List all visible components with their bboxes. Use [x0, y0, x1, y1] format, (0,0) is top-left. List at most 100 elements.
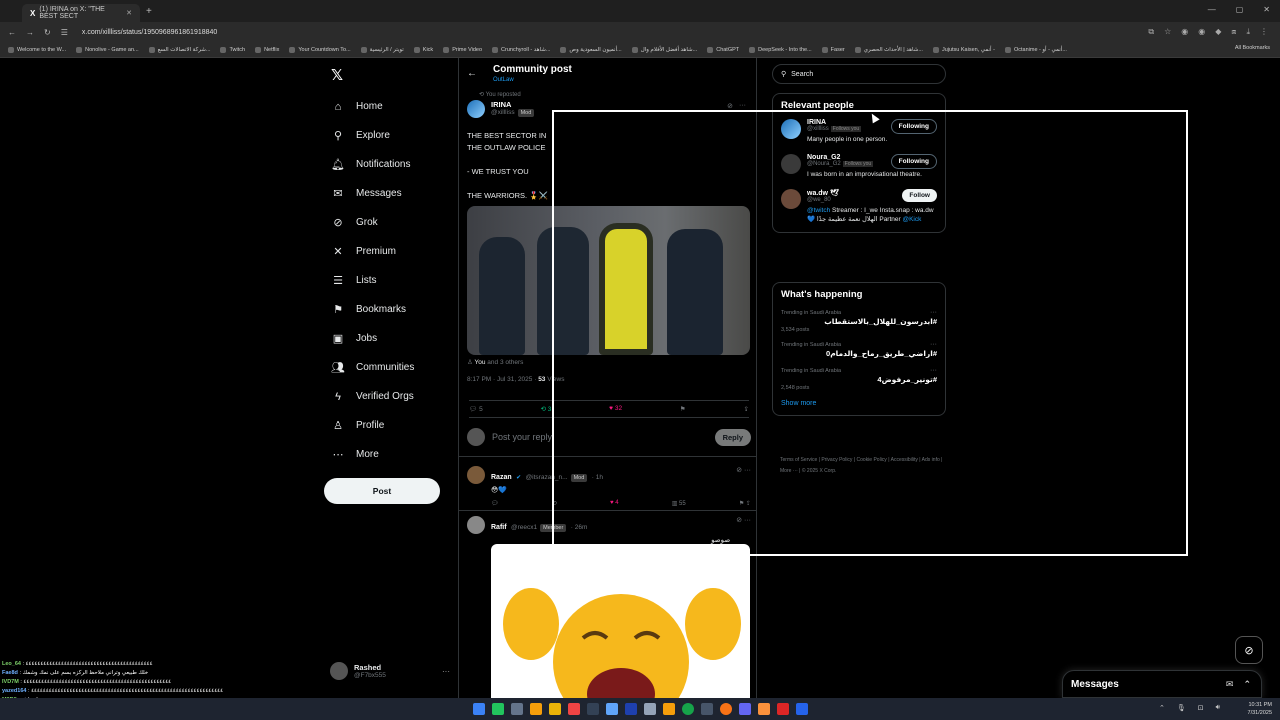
compose-message-icon[interactable]: ✉ — [1226, 679, 1234, 690]
nav-item-profile[interactable]: ♙ Profile — [324, 411, 454, 440]
bookmark-item[interactable]: Crunchyroll - شاهد... — [492, 46, 550, 53]
app-icon[interactable] — [605, 703, 618, 715]
footer-link[interactable]: Terms of Service — [780, 457, 817, 463]
all-bookmarks[interactable]: All Bookmarks — [1235, 45, 1270, 51]
more-icon[interactable]: ⊘ ··· — [736, 466, 751, 474]
nav-item-jobs[interactable]: ▣ Jobs — [324, 324, 454, 353]
nav-item-messages[interactable]: ✉ Messages — [324, 179, 454, 208]
app-icon[interactable] — [795, 703, 808, 715]
reply-input[interactable]: Post your reply — [492, 432, 552, 442]
nav-item-home[interactable]: ⌂ Home — [324, 92, 454, 121]
back-arrow-icon[interactable]: ← — [467, 68, 477, 83]
extension-icon[interactable]: ◉ — [1181, 27, 1188, 37]
bookmark-item[interactable]: شاهد أفضل الأفلام وال... — [631, 46, 697, 53]
author-handle[interactable]: @xillliss — [491, 109, 515, 116]
follow-button[interactable]: Follow — [902, 189, 937, 202]
comment-item[interactable]: Razan ✔ @itsrazan_n... Mod · 1h 😳💙 ⊘ ··· … — [467, 466, 751, 507]
bio-link[interactable]: @twitch — [807, 207, 830, 214]
nav-item-premium[interactable]: ✕ Premium — [324, 237, 454, 266]
browser-tab[interactable]: X (1) IRINA on X: "THE BEST SECT ✕ — [22, 4, 140, 22]
bookmark-icon[interactable]: ⚑ — [680, 405, 686, 413]
spotify-icon[interactable] — [681, 703, 694, 715]
more-icon[interactable]: ··· — [930, 309, 937, 316]
bookmark-item[interactable]: Your Countdown To... — [289, 46, 351, 53]
avatar[interactable] — [781, 154, 801, 174]
person-card[interactable]: Noura_G2 @Noura_G2 Follows you I was born i… — [773, 152, 945, 187]
author-name[interactable]: IRINA — [491, 100, 534, 109]
account-switcher[interactable]: Rashed @F7bx555 ··· — [330, 662, 450, 680]
community-link[interactable]: OutLaw — [493, 77, 572, 83]
app-icon[interactable] — [567, 703, 580, 715]
search-input[interactable]: ⚲ Search — [772, 64, 946, 84]
minimize-icon[interactable]: — — [1208, 5, 1216, 14]
chevron-up-icon[interactable]: ⌃ — [1243, 679, 1251, 690]
bookmark-item[interactable]: Jujutsu Kaisen, أنمي - — [932, 46, 995, 53]
bookmark-item[interactable]: Twitch — [220, 46, 245, 53]
person-handle[interactable]: @xillliss — [807, 126, 829, 132]
bookmark-item[interactable]: أنميون السعودية وص... — [560, 46, 622, 53]
extension-icon[interactable]: ◉ — [1198, 27, 1205, 37]
back-icon[interactable]: ← — [8, 28, 16, 37]
following-button[interactable]: Following — [890, 154, 937, 169]
close-window-icon[interactable]: ✕ — [1263, 5, 1270, 14]
trend-name[interactable]: #ابدرسون_للهلال_بالاستقطاب — [781, 317, 937, 326]
app-icon[interactable] — [700, 703, 713, 715]
footer-link[interactable]: More ··· — [780, 468, 798, 474]
new-tab-icon[interactable]: + — [146, 6, 152, 17]
comment-author[interactable]: Rafif — [491, 524, 507, 531]
url-field[interactable]: x.com/xillliss/status/195096896186191884… — [82, 29, 217, 36]
reply-icon[interactable]: 💬︎ — [491, 500, 499, 507]
app-icon[interactable] — [491, 703, 504, 715]
bookmark-icon[interactable]: ⚑ ⇪ — [739, 500, 751, 507]
like-action[interactable]: ♥ 4 — [610, 500, 619, 507]
nav-item-grok[interactable]: ⊘ Grok — [324, 208, 454, 237]
more-icon[interactable]: ··· — [739, 102, 746, 110]
shield-icon[interactable]: ◆ — [1215, 27, 1221, 37]
person-card[interactable]: wa.dw 🕊 @we_80 @twitch Streamer : I_we Ins… — [773, 187, 945, 232]
trend-item[interactable]: Trending in Saudi Arabia #تونير_مرفوض4 2,5… — [773, 364, 945, 396]
nav-item-more[interactable]: ⋯ More — [324, 440, 454, 469]
trend-item[interactable]: Trending in Saudi Arabia #ابدرسون_للهلال_… — [773, 306, 945, 338]
forward-icon[interactable]: → — [26, 28, 34, 37]
person-handle[interactable]: @we_80 — [807, 197, 831, 203]
maximize-icon[interactable]: ▢ — [1236, 5, 1244, 14]
footer-link[interactable]: © 2025 X Corp. — [802, 468, 837, 474]
comment-handle[interactable]: @reecx1 — [511, 524, 537, 531]
tagged-users[interactable]: ♙ You and 3 others — [467, 358, 523, 366]
reload-icon[interactable]: ↻ — [44, 28, 51, 37]
like-action[interactable]: ♥ 32 — [609, 405, 622, 413]
more-icon[interactable]: ⊘ ··· — [736, 516, 751, 524]
chrome-icon[interactable] — [719, 703, 732, 715]
avatar[interactable] — [467, 100, 485, 118]
comment-item[interactable]: Rafif @reecx1 Member · 26m صوصو ⊘ ··· — [467, 516, 751, 544]
bookmark-item[interactable]: Kick — [413, 46, 433, 53]
nav-item-explore[interactable]: ⚲ Explore — [324, 121, 454, 150]
close-tab-icon[interactable]: ✕ — [126, 9, 132, 17]
avatar[interactable] — [781, 119, 801, 139]
trend-name[interactable]: #اراضي_طريق_رماح_والدمام0 — [781, 349, 937, 358]
person-handle[interactable]: @Noura_G2 — [807, 161, 841, 167]
bookmark-item[interactable]: شاهد | الأحداث الحصري... — [854, 46, 923, 53]
bookmark-item[interactable]: ChatGPT — [707, 46, 739, 53]
more-icon[interactable]: ··· — [442, 667, 450, 676]
mic-icon[interactable]: 🎙︎ — [1177, 704, 1186, 712]
puzzle-icon[interactable]: ⧈ — [1231, 27, 1236, 37]
bookmark-item[interactable]: تويتر / الرئيسية — [360, 46, 404, 53]
system-clock[interactable]: 10:31 PM 7/31/2025 — [1248, 701, 1272, 717]
post-timestamp[interactable]: 8:17 PM · Jul 31, 2025 · — [467, 376, 536, 383]
repost-icon[interactable]: ⟲ — [552, 500, 557, 507]
messages-drawer[interactable]: Messages ✉ ⌃ — [1062, 670, 1262, 698]
reply-button[interactable]: Reply — [714, 428, 751, 446]
bookmark-item[interactable]: شركة الاتصالات السع... — [148, 46, 210, 53]
app-icon[interactable] — [529, 703, 542, 715]
folder-icon[interactable] — [662, 703, 675, 715]
footer-link[interactable]: Ads info — [922, 457, 940, 463]
app-icon[interactable] — [624, 703, 637, 715]
views-action[interactable]: ▥ 55 — [672, 500, 686, 507]
footer-link[interactable]: Accessibility — [891, 457, 918, 463]
cast-icon[interactable]: ⧉ — [1148, 27, 1154, 37]
app-icon[interactable] — [510, 703, 523, 715]
trend-name[interactable]: #تونير_مرفوض4 — [781, 375, 937, 384]
app-icon[interactable] — [643, 703, 656, 715]
grok-icon[interactable]: ⊘ — [1235, 636, 1263, 664]
